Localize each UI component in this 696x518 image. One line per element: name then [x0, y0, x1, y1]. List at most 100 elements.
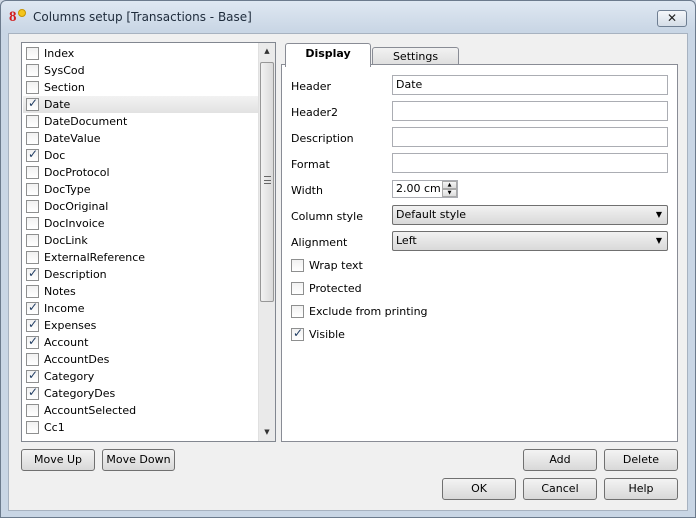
list-item[interactable]: Account	[23, 334, 258, 351]
column-label: DocInvoice	[44, 217, 105, 230]
ok-button[interactable]: OK	[442, 478, 516, 500]
column-checkbox[interactable]	[26, 183, 39, 196]
wrap-text-label: Wrap text	[309, 259, 363, 272]
column-checkbox[interactable]	[26, 96, 39, 111]
column-checkbox[interactable]	[26, 217, 39, 230]
column-label: Income	[44, 302, 85, 315]
column-label: Account	[44, 336, 89, 349]
visible-checkbox[interactable]	[291, 326, 304, 341]
tab-settings[interactable]: Settings	[372, 47, 459, 65]
list-item[interactable]: Section	[23, 79, 258, 96]
list-item[interactable]: DateDocument	[23, 113, 258, 130]
column-label: AccountDes	[44, 353, 110, 366]
list-item[interactable]: Index	[23, 45, 258, 62]
list-item[interactable]: DocType	[23, 181, 258, 198]
help-button[interactable]: Help	[604, 478, 678, 500]
column-checkbox[interactable]	[26, 251, 39, 264]
spin-down-icon[interactable]: ▼	[442, 189, 457, 197]
column-checkbox[interactable]	[26, 368, 39, 383]
list-scrollbar[interactable]: ▲ ▼	[258, 43, 275, 441]
column-checkbox[interactable]	[26, 317, 39, 332]
list-item[interactable]: Date	[23, 96, 258, 113]
list-item[interactable]: Category	[23, 368, 258, 385]
list-item[interactable]: DocOriginal	[23, 198, 258, 215]
column-checkbox[interactable]	[26, 132, 39, 145]
description-input[interactable]	[392, 127, 668, 147]
alignment-value: Left	[396, 234, 417, 247]
column-style-select[interactable]: Default style ▼	[392, 205, 668, 225]
column-checkbox[interactable]	[26, 285, 39, 298]
chevron-down-icon: ▼	[655, 236, 662, 245]
list-item[interactable]: DocProtocol	[23, 164, 258, 181]
header2-input[interactable]	[392, 101, 668, 121]
column-label: Index	[44, 47, 75, 60]
column-checkbox[interactable]	[26, 385, 39, 400]
app-logo-icon: 8	[9, 8, 27, 26]
list-item[interactable]: CategoryDes	[23, 385, 258, 402]
scroll-down-icon[interactable]: ▼	[259, 424, 275, 441]
exclude-printing-option[interactable]: Exclude from printing	[291, 305, 428, 318]
list-item[interactable]: AccountDes	[23, 351, 258, 368]
column-label: Description	[44, 268, 107, 281]
protected-option[interactable]: Protected	[291, 282, 362, 295]
list-item[interactable]: DateValue	[23, 130, 258, 147]
column-checkbox[interactable]	[26, 81, 39, 94]
add-button[interactable]: Add	[523, 449, 597, 471]
column-checkbox[interactable]	[26, 421, 39, 434]
column-checkbox[interactable]	[26, 115, 39, 128]
column-label: Notes	[44, 285, 76, 298]
scroll-thumb[interactable]	[260, 62, 274, 302]
delete-button[interactable]: Delete	[604, 449, 678, 471]
title-bar[interactable]: 8 Columns setup [Transactions - Base] ✕	[1, 1, 695, 34]
column-label: DocType	[44, 183, 91, 196]
scroll-up-icon[interactable]: ▲	[259, 43, 275, 60]
column-checkbox[interactable]	[26, 166, 39, 179]
columns-list[interactable]: Index SysCod Section Date DateDocument DateVa…	[21, 42, 276, 442]
column-checkbox[interactable]	[26, 64, 39, 77]
column-label: ExternalReference	[44, 251, 146, 264]
column-checkbox[interactable]	[26, 334, 39, 349]
list-item[interactable]: DocInvoice	[23, 215, 258, 232]
list-item[interactable]: Doc	[23, 147, 258, 164]
column-label: Cc1	[44, 421, 65, 434]
move-up-button[interactable]: Move Up	[21, 449, 95, 471]
cancel-button[interactable]: Cancel	[523, 478, 597, 500]
width-stepper[interactable]: 2.00 cm ▲ ▼	[392, 180, 458, 198]
list-item[interactable]: Description	[23, 266, 258, 283]
list-item[interactable]: DocLink	[23, 232, 258, 249]
column-checkbox[interactable]	[26, 47, 39, 60]
exclude-printing-checkbox[interactable]	[291, 305, 304, 318]
column-checkbox[interactable]	[26, 300, 39, 315]
app-logo-glyph: 8	[9, 9, 17, 25]
header-input[interactable]: Date	[392, 75, 668, 95]
column-label: DateValue	[44, 132, 101, 145]
column-checkbox[interactable]	[26, 147, 39, 162]
wrap-text-option[interactable]: Wrap text	[291, 259, 363, 272]
spin-up-icon[interactable]: ▲	[442, 181, 457, 189]
list-item[interactable]: AccountSelected	[23, 402, 258, 419]
visible-option[interactable]: Visible	[291, 326, 345, 341]
dialog-body: Index SysCod Section Date DateDocument DateVa…	[8, 33, 688, 511]
width-value: 2.00 cm	[396, 182, 441, 195]
tab-display-label: Display	[305, 47, 351, 60]
column-checkbox[interactable]	[26, 404, 39, 417]
protected-checkbox[interactable]	[291, 282, 304, 295]
list-item[interactable]: ExternalReference	[23, 249, 258, 266]
column-checkbox[interactable]	[26, 266, 39, 281]
column-checkbox[interactable]	[26, 353, 39, 366]
list-item[interactable]: Income	[23, 300, 258, 317]
column-label: Expenses	[44, 319, 97, 332]
list-item[interactable]: SysCod	[23, 62, 258, 79]
tab-display[interactable]: Display	[285, 43, 371, 67]
close-button[interactable]: ✕	[657, 10, 687, 27]
list-item[interactable]: Cc1	[23, 419, 258, 436]
alignment-select[interactable]: Left ▼	[392, 231, 668, 251]
list-item[interactable]: Expenses	[23, 317, 258, 334]
move-down-button[interactable]: Move Down	[102, 449, 175, 471]
format-input[interactable]	[392, 153, 668, 173]
wrap-text-checkbox[interactable]	[291, 259, 304, 272]
column-checkbox[interactable]	[26, 200, 39, 213]
list-item[interactable]: Notes	[23, 283, 258, 300]
grip-icon	[264, 176, 271, 184]
column-checkbox[interactable]	[26, 234, 39, 247]
